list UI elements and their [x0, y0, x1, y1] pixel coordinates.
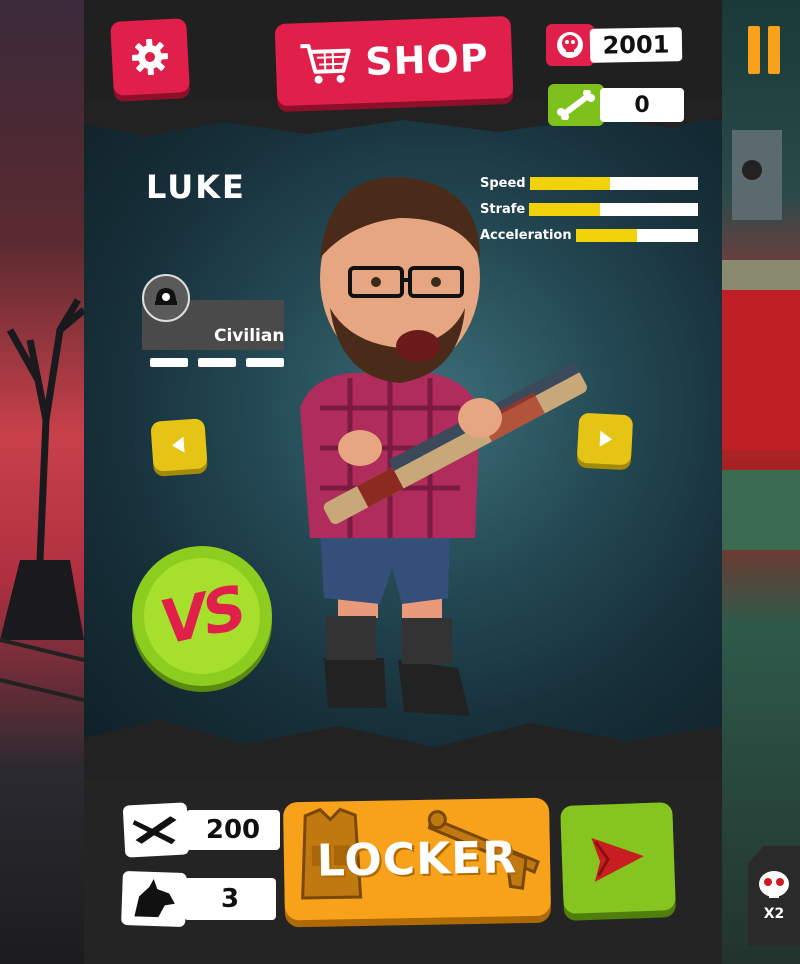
game-screen: SHOP 2001 0 LUKE Speed Strafe Accelerati… — [0, 0, 800, 964]
video-play-icon — [591, 837, 644, 882]
rifle-icon — [132, 816, 177, 845]
pause-bar — [748, 26, 760, 74]
shop-button[interactable]: SHOP — [274, 15, 514, 107]
character-name: LUKE — [146, 168, 246, 206]
skull-helmet-icon — [155, 288, 177, 305]
vs-button[interactable]: VS — [132, 546, 272, 686]
left-arrow-icon — [172, 436, 185, 453]
vs-label: VS — [154, 573, 250, 659]
skull-badge — [546, 24, 594, 66]
pause-bar — [768, 26, 780, 74]
bone-count: 0 — [600, 88, 684, 122]
unicorn-count: 3 — [184, 878, 276, 920]
unicorn-icon — [134, 878, 175, 918]
multiplier-label: X2 — [763, 906, 785, 922]
bone-badge — [548, 84, 604, 126]
multiplier-badge: X2 — [748, 846, 800, 946]
skull-icon — [759, 871, 789, 898]
shop-label: SHOP — [364, 35, 490, 84]
weapon-badge — [122, 802, 190, 858]
level-dash — [246, 358, 284, 367]
left-side-panel — [0, 0, 87, 964]
class-skull-icon — [142, 274, 190, 322]
locker-button[interactable]: LOCKER — [282, 797, 552, 921]
class-label: Civilian — [214, 326, 285, 346]
gear-icon — [131, 38, 169, 76]
skull-count: 2001 — [589, 27, 683, 63]
pause-icon[interactable] — [748, 26, 780, 74]
level-dash — [150, 358, 188, 367]
locker-label: LOCKER — [316, 831, 518, 887]
level-dash — [198, 358, 236, 367]
right-scene-graphic — [722, 130, 800, 550]
character-luke — [300, 177, 587, 716]
weapon-counter: 200 — [122, 802, 280, 858]
weapon-count: 200 — [186, 810, 280, 850]
cart-icon — [300, 43, 351, 84]
class-level-indicator — [150, 358, 284, 367]
dead-tree-graphic — [0, 298, 87, 702]
bone-currency: 0 — [548, 84, 684, 126]
video-reward-button[interactable] — [560, 802, 676, 914]
settings-button[interactable] — [110, 18, 190, 96]
right-side-panel — [722, 0, 800, 964]
unicorn-counter: 3 — [121, 870, 278, 928]
bone-icon — [557, 90, 595, 120]
unicorn-badge — [121, 870, 187, 928]
skull-icon — [557, 32, 583, 58]
skull-currency: 2001 — [546, 24, 683, 66]
previous-character-button[interactable] — [150, 418, 208, 472]
vs-inner: VS — [144, 558, 260, 674]
